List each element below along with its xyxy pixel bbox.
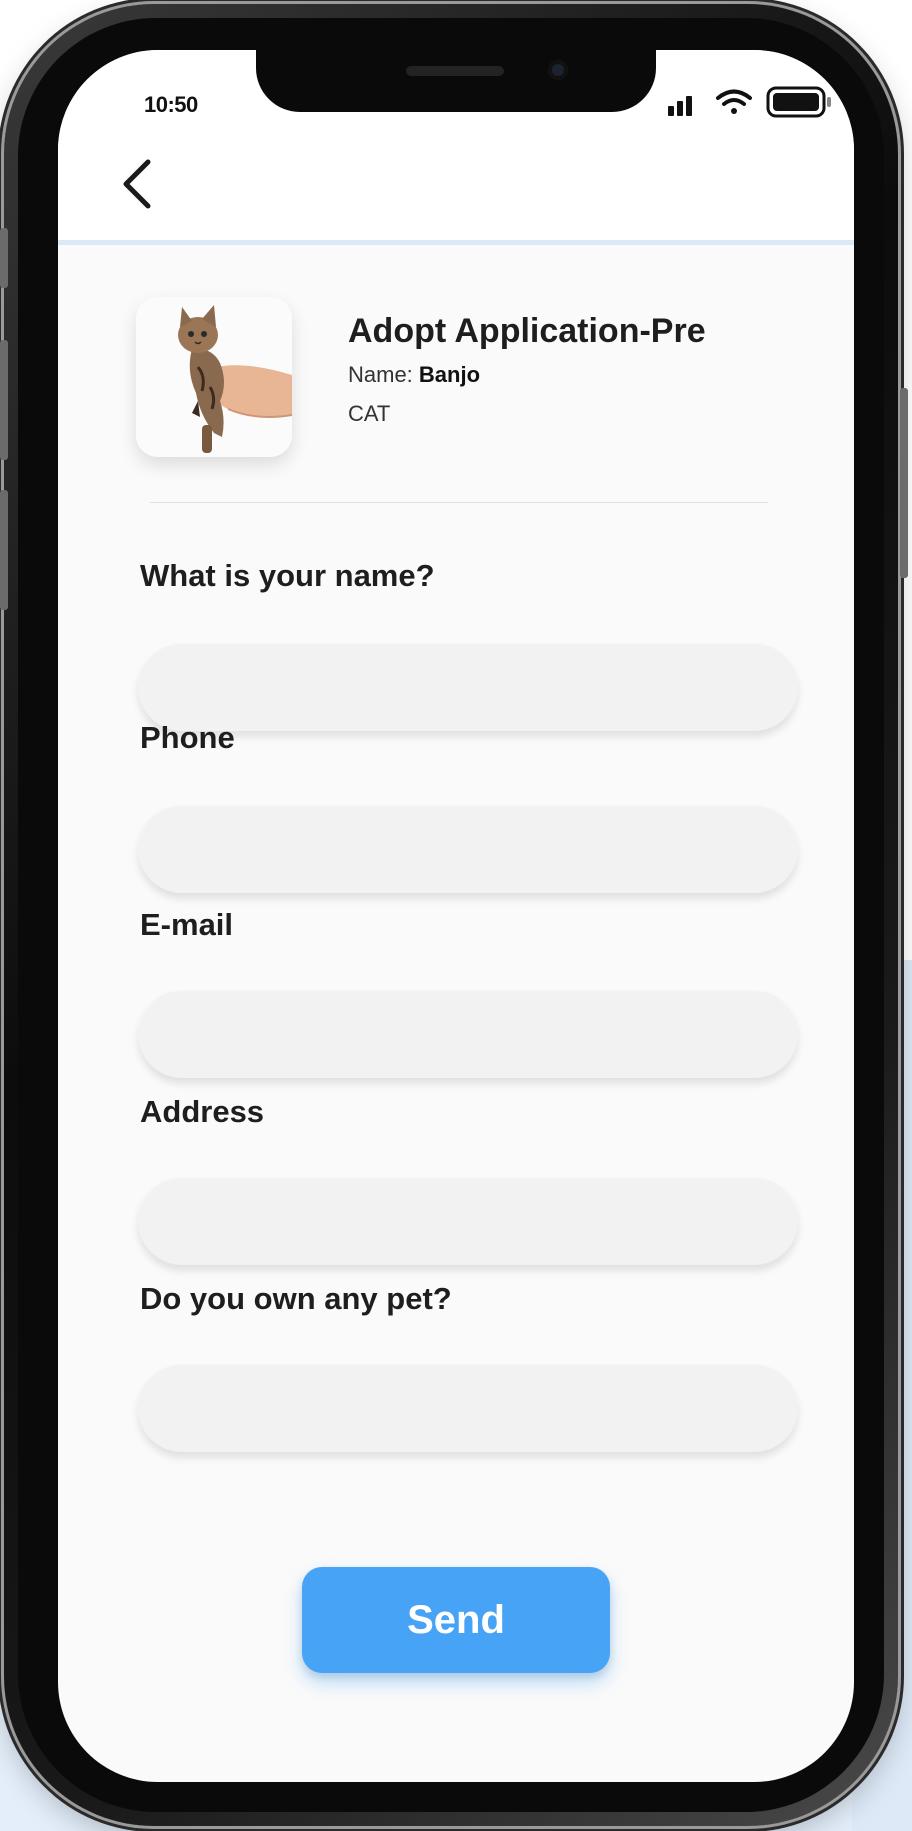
status-time: 10:50 (144, 92, 198, 117)
volume-down-button (0, 490, 8, 610)
status-icons (668, 86, 831, 118)
phone-screen: 10:50 Adopt Application-Pre Name: Banjo … (58, 50, 854, 1782)
phone-input[interactable] (138, 805, 798, 893)
back-button[interactable] (114, 152, 164, 216)
pet-ownership-input[interactable] (138, 1364, 798, 1452)
front-camera (548, 60, 568, 80)
pet-name: Banjo (418, 362, 481, 387)
signal-icon (668, 96, 692, 116)
page-title: Adopt Application-Pre (348, 312, 706, 350)
name-label: What is your name? (140, 558, 435, 593)
pet-species: CAT (348, 401, 391, 426)
page: 10:50 Adopt Application-Pre Name: Banjo … (0, 0, 912, 1831)
name-input[interactable] (138, 643, 798, 731)
wifi-icon (716, 89, 752, 114)
pet-ownership-label: Do you own any pet? (140, 1281, 452, 1316)
notch (256, 50, 656, 112)
speaker-grille (406, 66, 504, 76)
chevron-left-icon (123, 159, 151, 209)
address-input[interactable] (138, 1177, 798, 1265)
pet-photo (136, 297, 292, 457)
cat-illustration (136, 297, 292, 457)
volume-up-button (0, 340, 8, 460)
pet-name-line: Name: Banjo (348, 362, 480, 388)
address-label: Address (140, 1094, 265, 1129)
battery-icon (766, 86, 831, 118)
send-button[interactable]: Send (302, 1567, 610, 1673)
email-label: E-mail (140, 907, 234, 942)
phone-label: Phone (140, 720, 235, 755)
mute-switch (0, 228, 8, 288)
header-divider (150, 502, 768, 503)
pet-name-label: Name: (348, 362, 419, 387)
power-button (900, 388, 908, 578)
email-input[interactable] (138, 990, 798, 1078)
